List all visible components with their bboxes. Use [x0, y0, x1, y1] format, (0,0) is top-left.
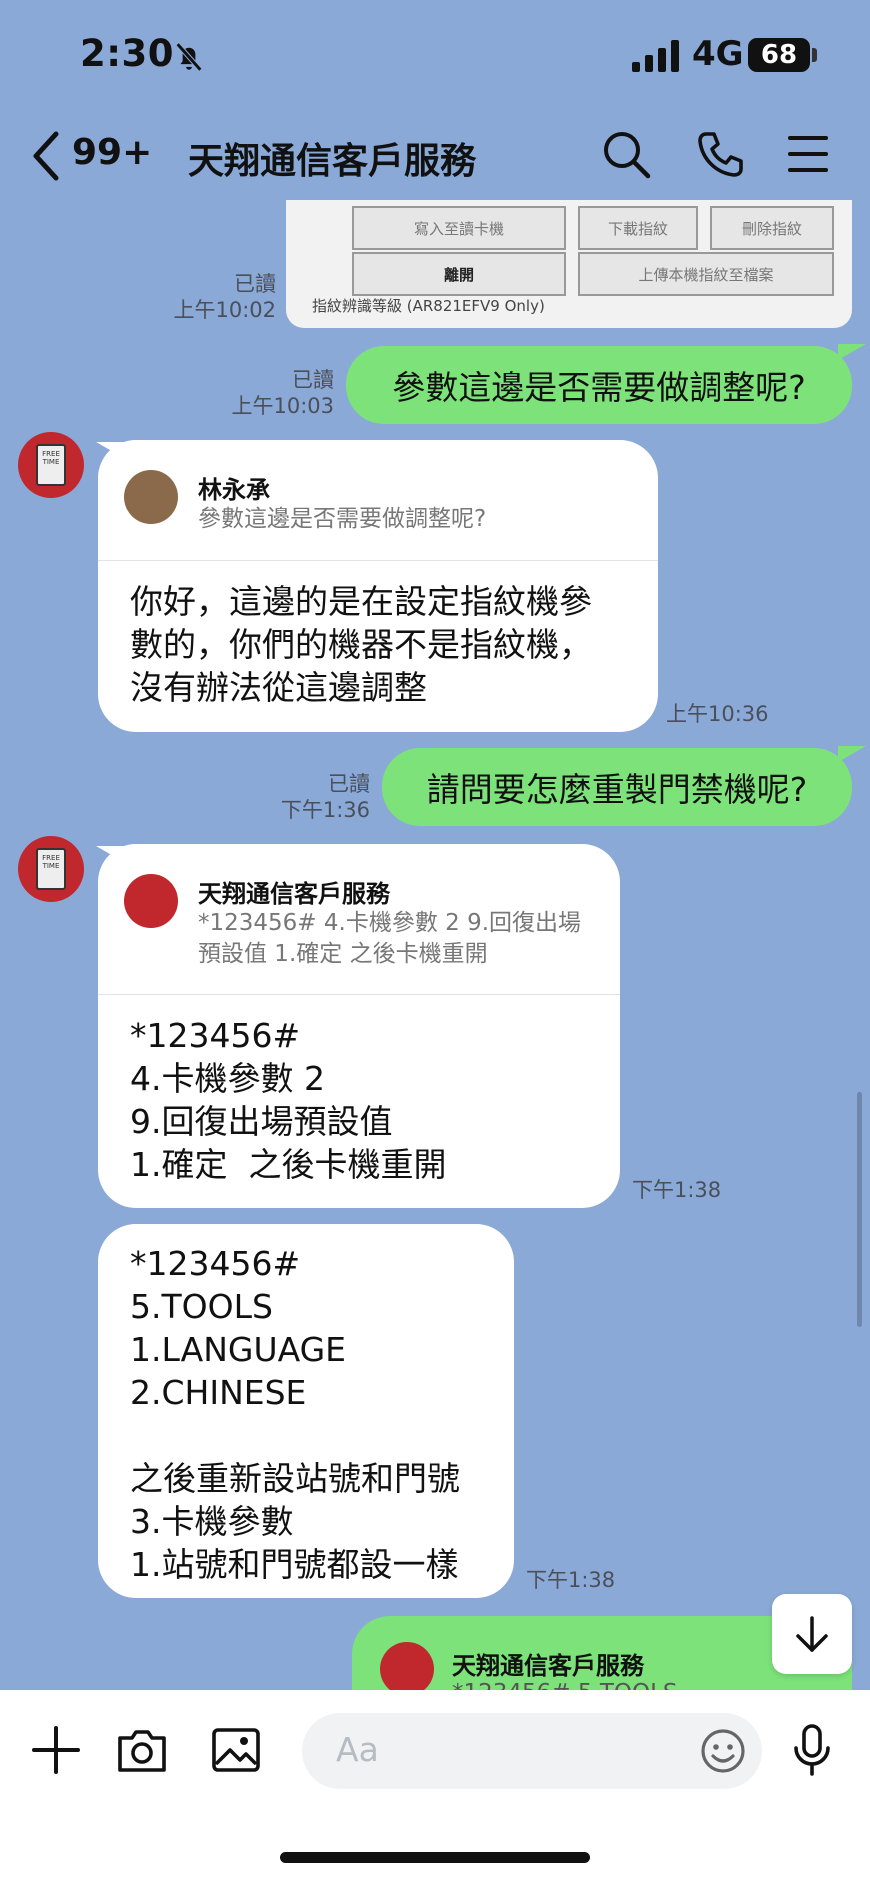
message-input-placeholder: Aa [336, 1730, 379, 1769]
message-time: 上午10:02 [173, 298, 276, 322]
reply-sender-name: 林永承 [198, 476, 270, 504]
reply-quoted-text: *123456# 5.TOOLS [452, 1680, 678, 1690]
their-message-bubble[interactable]: 林永承 參數這邊是否需要做調整呢? 你好，這邊的是在設定指紋機參 數的，你們的機… [98, 440, 658, 732]
battery-level: 68 [748, 38, 810, 72]
their-message-bubble[interactable]: *123456# 5.TOOLS 1.LANGUAGE 2.CHINESE 之後… [98, 1224, 514, 1598]
home-indicator [280, 1852, 590, 1863]
image-icon[interactable] [208, 1722, 264, 1778]
shot-button-delete: 刪除指紋 [710, 206, 834, 250]
scrollbar[interactable] [857, 1092, 862, 1327]
signal-icon [632, 40, 679, 72]
image-message[interactable]: 寫入至讀卡機 下載指紋 刪除指紋 離開 上傳本機指紋至檔案 指紋辨識等級 (AR… [286, 200, 852, 328]
message-text: 你好，這邊的是在設定指紋機參 數的，你們的機器不是指紋機， 沒有辦法從這邊調整 [130, 582, 592, 707]
their-message-bubble[interactable]: 天翔通信客戶服務 *123456# 4.卡機參數 2 9.回復出場預設值 1.確… [98, 844, 620, 1208]
plus-icon[interactable] [28, 1722, 84, 1778]
shot-button-write: 寫入至讀卡機 [352, 206, 566, 250]
reply-quoted-text: 參數這邊是否需要做調整呢? [198, 506, 487, 532]
scroll-to-bottom-button[interactable] [772, 1594, 852, 1674]
message-time: 下午1:38 [632, 1178, 722, 1202]
status-time: 2:30 [80, 32, 175, 75]
microphone-icon[interactable] [784, 1722, 840, 1778]
phone-icon[interactable] [694, 128, 746, 180]
my-message-bubble[interactable]: 請問要怎麼重製門禁機呢? [382, 748, 852, 826]
bubble-tail [838, 344, 866, 360]
shot-button-leave: 離開 [352, 252, 566, 296]
scroll-down-icon [796, 1616, 828, 1652]
avatar-logo: FREE TIME [36, 444, 66, 486]
emoji-icon[interactable] [698, 1726, 748, 1776]
unread-count[interactable]: 99+ [72, 132, 152, 173]
reply-quoted-text: *123456# 4.卡機參數 2 9.回復出場預設值 1.確定 之後卡機重開 [198, 910, 582, 967]
message-time: 下午1:36 [280, 798, 370, 822]
reply-avatar [124, 874, 178, 928]
shot-caption: 指紋辨識等級 (AR821EFV9 Only) [312, 297, 545, 315]
bubble-tail [838, 746, 866, 762]
chat-title[interactable]: 天翔通信客戶服務 [188, 132, 476, 184]
reply-quote[interactable]: 天翔通信客戶服務 *123456# 4.卡機參數 2 9.回復出場預設值 1.確… [98, 844, 620, 995]
message-text: *123456# 4.卡機參數 2 9.回復出場預設值 1.確定 之後卡機重開 [130, 1016, 447, 1184]
battery-nub [812, 48, 817, 62]
my-message-bubble[interactable]: 參數這邊是否需要做調整呢? [346, 346, 852, 424]
reply-sender-name: 天翔通信客戶服務 [198, 880, 390, 908]
back-chevron-icon[interactable] [28, 126, 64, 186]
message-text: *123456# 5.TOOLS 1.LANGUAGE 2.CHINESE 之後… [130, 1244, 460, 1584]
avatar-logo: FREE TIME [36, 848, 66, 890]
reply-avatar [124, 470, 178, 524]
reply-avatar [380, 1642, 434, 1690]
message-time: 上午10:03 [231, 394, 334, 418]
camera-icon[interactable] [114, 1722, 170, 1778]
menu-icon[interactable] [782, 128, 834, 180]
bell-off-icon [175, 42, 203, 72]
message-time: 上午10:36 [666, 702, 769, 726]
message-time: 下午1:38 [526, 1568, 616, 1592]
reply-sender-name: 天翔通信客戶服務 [452, 1652, 644, 1680]
network-type: 4G [692, 34, 744, 74]
reply-quote[interactable]: 林永承 參數這邊是否需要做調整呢? [98, 440, 658, 561]
avatar[interactable]: FREE TIME [18, 432, 84, 498]
avatar[interactable]: FREE TIME [18, 836, 84, 902]
shot-button-upload: 上傳本機指紋至檔案 [578, 252, 834, 296]
search-icon[interactable] [600, 128, 652, 180]
shot-button-download: 下載指紋 [578, 206, 698, 250]
